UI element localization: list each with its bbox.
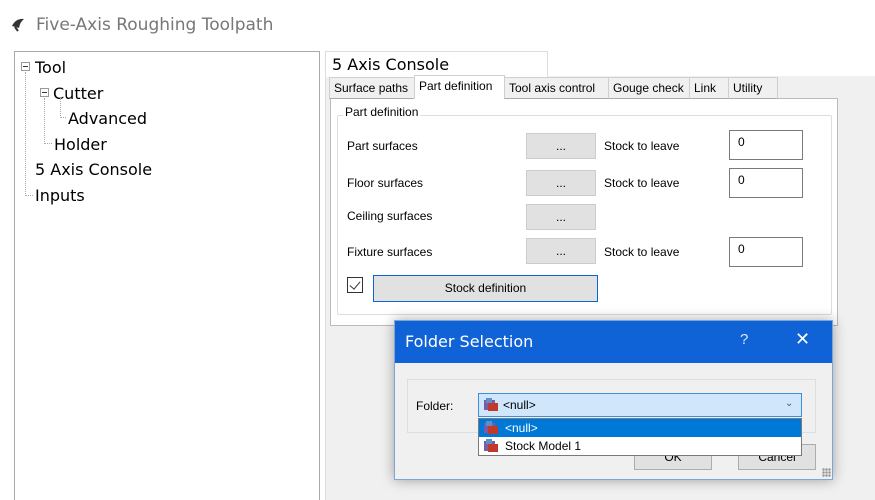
folder-option[interactable]: Stock Model 1 — [479, 437, 801, 455]
stock-definition-button[interactable]: Stock definition — [373, 275, 598, 302]
toolpath-app-icon — [12, 18, 24, 32]
folder-combobox[interactable]: <null> ⌄ — [478, 393, 802, 417]
ceiling-surfaces-select-button[interactable]: ... — [526, 204, 596, 230]
dialog-titlebar: Folder Selection ? ✕ — [395, 321, 832, 363]
tree-collapse-icon[interactable] — [21, 62, 30, 71]
fixture-stock-label: Stock to leave — [604, 245, 680, 259]
floor-stock-label: Stock to leave — [604, 176, 680, 190]
fixture-surfaces-select-button[interactable]: ... — [526, 238, 596, 264]
folder-model-icon — [484, 398, 498, 411]
part-definition-group-label: Part definition — [343, 105, 421, 119]
floor-surfaces-select-button[interactable]: ... — [526, 170, 596, 196]
folder-model-icon — [484, 421, 498, 434]
part-stock-label: Stock to leave — [604, 139, 680, 153]
tree-item-inputs[interactable]: Inputs — [35, 186, 85, 205]
window-titlebar: Five-Axis Roughing Toolpath — [0, 0, 875, 50]
console-title: 5 Axis Console — [332, 55, 450, 74]
stock-model-icon — [484, 439, 498, 452]
fixture-stock-input[interactable]: 0 — [729, 237, 803, 267]
tree-connector — [60, 98, 66, 118]
tree-item-tool[interactable]: Tool — [35, 58, 66, 77]
floor-surfaces-label: Floor surfaces — [347, 176, 424, 190]
help-icon[interactable]: ? — [740, 331, 748, 348]
folder-option[interactable]: <null> — [479, 419, 801, 437]
folder-dropdown-list: <null> Stock Model 1 — [478, 418, 802, 456]
console-title-tab: 5 Axis Console — [325, 51, 548, 77]
fixture-surfaces-label: Fixture surfaces — [347, 245, 433, 259]
folder-option-label: <null> — [505, 421, 538, 435]
tab-utility[interactable]: Utility — [728, 77, 778, 99]
tree-item-holder[interactable]: Holder — [54, 135, 107, 154]
floor-stock-input[interactable]: 0 — [729, 168, 803, 198]
stock-definition-checkbox[interactable] — [347, 277, 363, 293]
tree-item-5-axis-console[interactable]: 5 Axis Console — [35, 160, 152, 179]
close-icon[interactable]: ✕ — [795, 329, 810, 350]
tab-tool-axis-control[interactable]: Tool axis control — [504, 77, 609, 99]
tree-collapse-icon[interactable] — [40, 88, 49, 97]
window-title: Five-Axis Roughing Toolpath — [36, 15, 274, 35]
tab-part-definition[interactable]: Part definition — [414, 75, 505, 99]
tab-gouge-check[interactable]: Gouge check — [608, 77, 690, 99]
tree-item-advanced[interactable]: Advanced — [68, 109, 147, 128]
tab-surface-paths[interactable]: Surface paths — [329, 77, 415, 99]
part-stock-input[interactable]: 0 — [729, 130, 803, 160]
folder-option-label: Stock Model 1 — [505, 439, 582, 453]
tree-connector — [25, 72, 33, 196]
ceiling-surfaces-label: Ceiling surfaces — [347, 209, 433, 223]
chevron-down-icon[interactable]: ⌄ — [785, 398, 793, 409]
folder-combobox-value: <null> — [503, 398, 536, 412]
part-surfaces-select-button[interactable]: ... — [526, 133, 596, 159]
dialog-title: Folder Selection — [405, 332, 534, 351]
settings-tree[interactable] — [14, 51, 320, 500]
tree-connector — [44, 98, 52, 144]
folder-label: Folder: — [416, 399, 454, 413]
part-surfaces-label: Part surfaces — [347, 139, 418, 153]
tab-link[interactable]: Link — [689, 77, 729, 99]
resize-grip-icon[interactable] — [822, 468, 831, 477]
